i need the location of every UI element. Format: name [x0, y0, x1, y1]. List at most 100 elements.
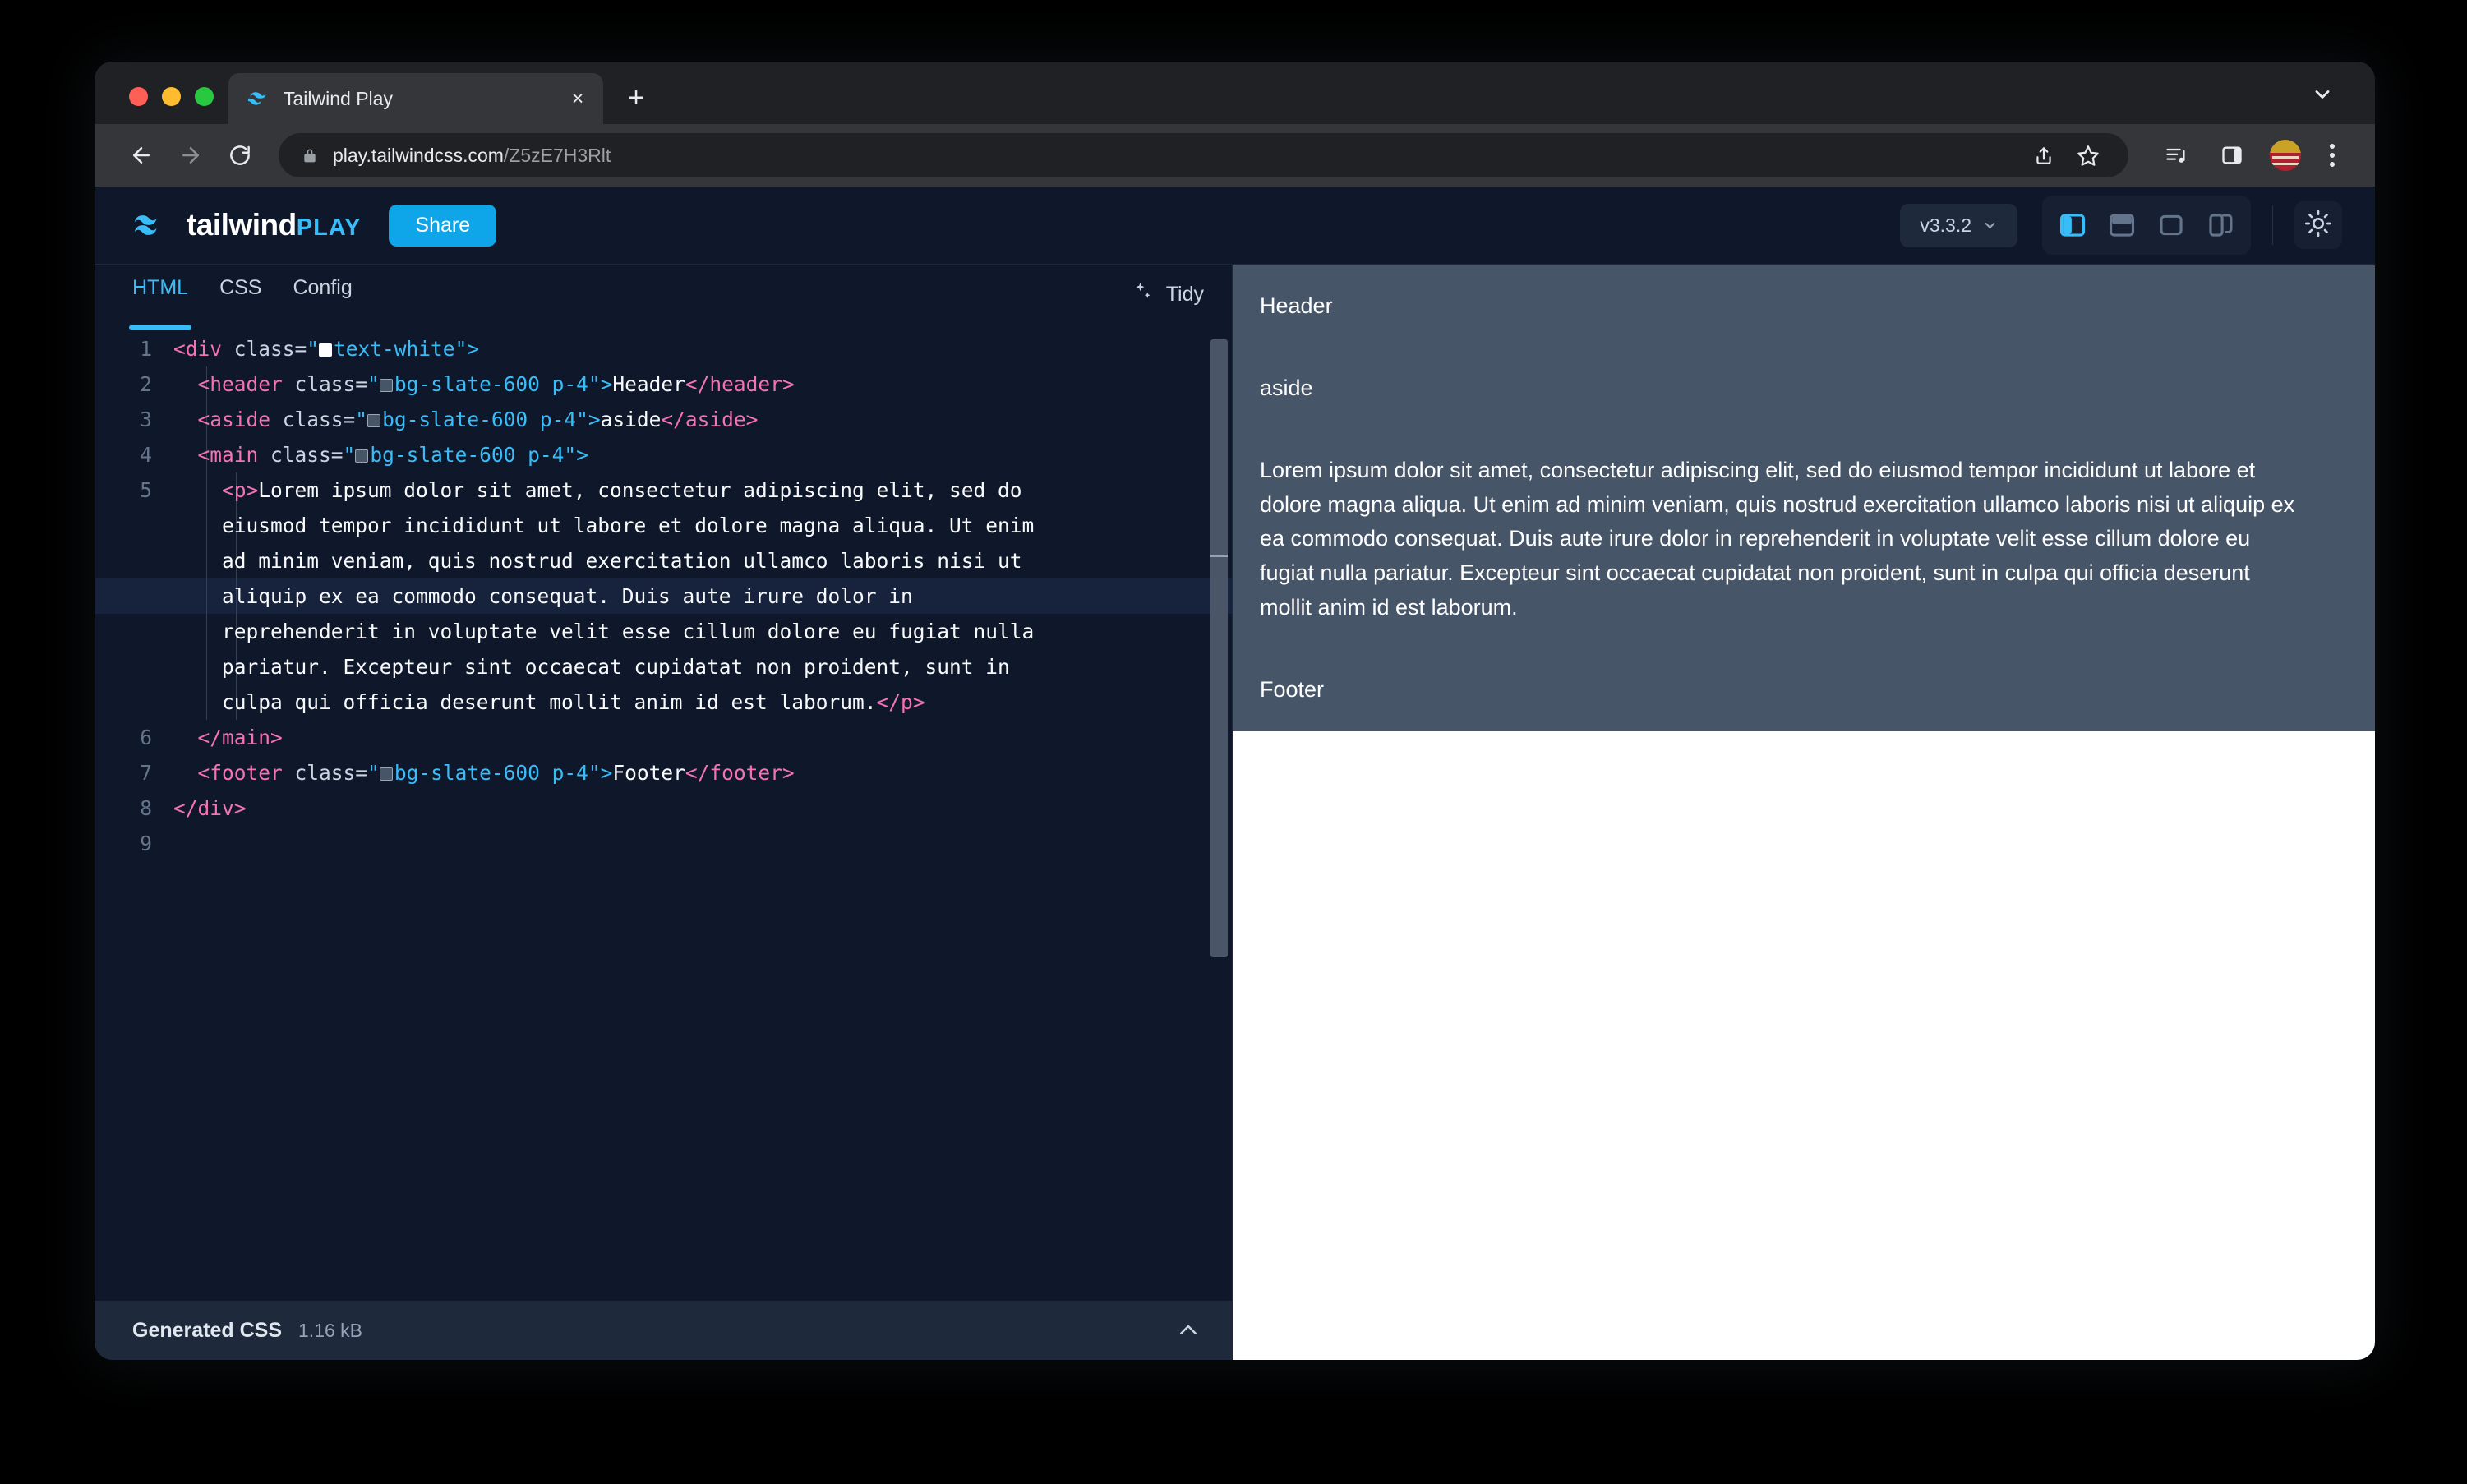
code-token: <main	[197, 443, 259, 467]
code-token: class=	[222, 337, 307, 361]
code-token: ">	[454, 337, 480, 361]
brand[interactable]: tailwindPLAY	[132, 208, 361, 242]
line-number: 4	[140, 443, 152, 467]
color-swatch	[379, 379, 393, 392]
media-list-icon[interactable]	[2155, 134, 2197, 177]
side-panel-icon[interactable]	[2211, 134, 2253, 177]
layout-preview-only-button[interactable]	[2151, 205, 2192, 246]
header-right-controls: v3.3.2	[1900, 196, 2342, 255]
code-line: pariatur. Excepteur sint occaecat cupida…	[95, 649, 1232, 684]
code-line: 6 </main>	[95, 720, 1232, 755]
editor-scrollbar-thumb[interactable]	[1210, 339, 1228, 957]
generated-css-size: 1.16 kB	[298, 1319, 363, 1341]
close-tab-icon[interactable]: ×	[564, 85, 592, 113]
code-token: <header	[197, 372, 283, 396]
color-swatch	[379, 767, 393, 781]
url-domain: play.tailwindcss.com	[333, 144, 504, 166]
tab-html[interactable]: HTML	[128, 277, 192, 330]
preview-header: Header	[1233, 265, 2375, 348]
back-icon[interactable]	[119, 133, 164, 177]
tidy-button[interactable]: Tidy	[1132, 280, 1204, 317]
editor-pane: HTML CSS Config Tidy 1 <div class=" text…	[95, 265, 1233, 1360]
line-number: 7	[140, 761, 152, 785]
browser-tab-title: Tailwind Play	[284, 87, 393, 109]
code-token: <footer	[197, 761, 283, 785]
color-swatch	[355, 449, 369, 463]
code-token: ">	[576, 408, 601, 431]
code-token: bg-slate-600 p-4	[382, 408, 577, 431]
color-swatch	[367, 414, 381, 427]
code-line: 7 <footer class=" bg-slate-600 p-4">Foote…	[95, 755, 1232, 790]
code-token: <p>	[222, 478, 259, 502]
code-line: 3 <aside class=" bg-slate-600 p-4">aside<…	[95, 402, 1232, 437]
preview-footer: Footer	[1233, 648, 2375, 731]
code-token: </p>	[876, 690, 925, 714]
preview-pane: Header aside Lorem ipsum dolor sit amet,…	[1233, 265, 2375, 1360]
window-traffic-lights	[95, 87, 214, 124]
generated-css-bar[interactable]: Generated CSS 1.16 kB	[95, 1301, 1232, 1360]
editor-scrollbar[interactable]	[1207, 331, 1232, 1301]
maximize-window-button[interactable]	[195, 87, 214, 106]
chevron-down-icon[interactable]	[2306, 78, 2339, 111]
tidy-label: Tidy	[1165, 282, 1204, 306]
line-number: 2	[140, 372, 152, 396]
share-icon[interactable]	[2022, 133, 2066, 177]
line-number	[95, 649, 173, 684]
preview-paragraph: Lorem ipsum dolor sit amet, consectetur …	[1260, 457, 2295, 620]
bookmark-star-icon[interactable]	[2066, 133, 2110, 177]
chevron-up-icon[interactable]	[1176, 1318, 1201, 1343]
code-token: ">	[588, 761, 613, 785]
code-token: eiusmod tempor incididunt ut labore et d…	[222, 514, 1035, 537]
line-number: 1	[140, 337, 152, 361]
code-editor[interactable]: 1 <div class=" text-white"> 2 <header cla…	[95, 331, 1232, 1301]
code-line: reprehenderit in voluptate velit esse ci…	[95, 614, 1232, 649]
share-button[interactable]: Share	[389, 204, 497, 247]
address-input[interactable]: play.tailwindcss.com/Z5zE7H3Rlt	[279, 133, 2128, 177]
layout-split-vertical-button[interactable]	[2052, 205, 2093, 246]
forward-icon[interactable]	[168, 133, 213, 177]
minimize-window-button[interactable]	[162, 87, 181, 106]
new-tab-button[interactable]: +	[613, 75, 659, 121]
code-token: "	[367, 761, 380, 785]
code-token: </aside>	[661, 408, 759, 431]
line-content	[173, 826, 1232, 861]
brand-suffix: PLAY	[296, 214, 362, 241]
code-token: aside	[600, 408, 662, 431]
browser-address-bar: play.tailwindcss.com/Z5zE7H3Rlt	[95, 124, 2375, 187]
code-line: 1 <div class=" text-white">	[95, 331, 1232, 366]
code-line: eiusmod tempor incididunt ut labore et d…	[95, 508, 1232, 543]
header-divider	[2272, 205, 2273, 245]
tab-config[interactable]: Config	[293, 277, 352, 320]
code-line: ad minim veniam, quis nostrud exercitati…	[95, 543, 1232, 578]
code-token: </div>	[173, 796, 247, 820]
theme-toggle-button[interactable]	[2294, 201, 2342, 249]
reload-icon[interactable]	[218, 133, 262, 177]
line-number	[95, 684, 173, 720]
sun-icon	[2304, 210, 2332, 242]
code-token: culpa qui officia deserunt mollit anim i…	[222, 690, 877, 714]
close-window-button[interactable]	[129, 87, 148, 106]
tab-css[interactable]: CSS	[219, 277, 261, 320]
line-content: </main>	[173, 720, 1232, 755]
address-url: play.tailwindcss.com/Z5zE7H3Rlt	[333, 145, 611, 167]
line-number: 5	[140, 478, 152, 502]
code-token: text-white	[334, 337, 455, 361]
more-menu-icon[interactable]	[2313, 134, 2352, 177]
generated-css-label: Generated CSS	[132, 1318, 283, 1342]
profile-avatar[interactable]	[2270, 140, 2301, 171]
scrollbar-marker	[1210, 555, 1228, 557]
preview-document: Header aside Lorem ipsum dolor sit amet,…	[1233, 265, 2375, 731]
layout-split-horizontal-button[interactable]	[2101, 205, 2142, 246]
browser-tab[interactable]: Tailwind Play ×	[228, 73, 603, 124]
code-token: pariatur. Excepteur sint occaecat cupida…	[222, 655, 1010, 679]
line-content: ad minim veniam, quis nostrud exercitati…	[173, 543, 1232, 578]
code-token: bg-slate-600 p-4	[394, 372, 588, 396]
line-content: <aside class=" bg-slate-600 p-4">aside</a…	[173, 402, 1232, 437]
layout-responsive-button[interactable]	[2200, 205, 2241, 246]
version-selector[interactable]: v3.3.2	[1900, 203, 2017, 247]
code-token: bg-slate-600 p-4	[370, 443, 565, 467]
tailwind-logo-icon	[132, 213, 168, 237]
code-token: ">	[564, 443, 588, 467]
line-number: 3	[140, 408, 152, 431]
code-token: <div	[173, 337, 223, 361]
